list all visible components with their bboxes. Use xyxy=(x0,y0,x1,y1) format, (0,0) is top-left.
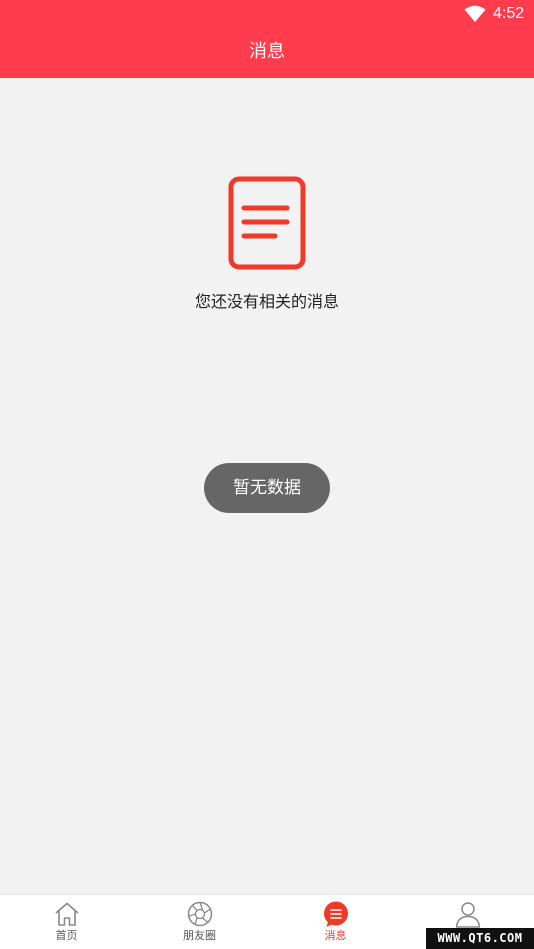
tab-home[interactable]: 首页 xyxy=(0,895,133,949)
page-title: 消息 xyxy=(249,41,285,62)
home-icon xyxy=(54,902,79,926)
toast: 暂无数据 xyxy=(204,463,330,513)
app-bar: 消息 xyxy=(0,28,534,78)
tab-moments[interactable]: 朋友圈 xyxy=(133,895,266,949)
document-icon xyxy=(228,176,306,270)
profile-icon xyxy=(455,902,480,928)
tab-messages-label: 消息 xyxy=(324,929,347,942)
tab-messages[interactable]: 消息 xyxy=(269,895,402,949)
message-icon xyxy=(323,901,348,927)
aperture-icon xyxy=(187,901,212,927)
empty-state: 您还没有相关的消息 xyxy=(0,176,534,313)
tab-home-label: 首页 xyxy=(55,929,78,942)
tab-moments-label: 朋友圈 xyxy=(183,929,216,942)
status-bar: 4:52 xyxy=(0,0,534,28)
wifi-icon xyxy=(464,5,486,22)
watermark: WWW.QT6.COM xyxy=(426,928,534,949)
status-time: 4:52 xyxy=(493,5,525,22)
empty-message: 您还没有相关的消息 xyxy=(194,292,339,311)
